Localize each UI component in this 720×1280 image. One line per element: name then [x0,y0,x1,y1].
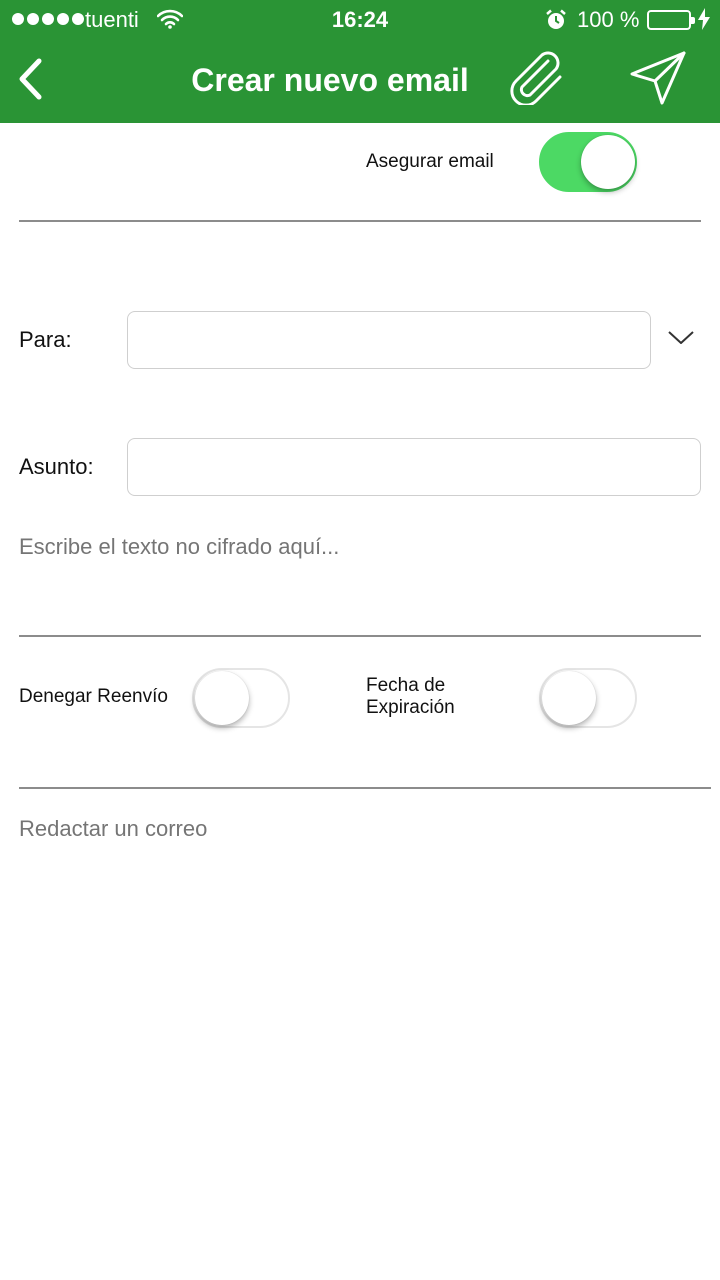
header-bar: tuenti 16:24 100 % Crear nuevo email [0,0,720,123]
toggle-knob [542,671,596,725]
plain-text-body-input[interactable] [19,534,701,614]
back-button[interactable] [10,58,50,104]
battery-percent: 100 % [577,7,640,32]
recipients-dropdown-button[interactable] [661,322,701,356]
attach-button[interactable] [505,50,569,110]
back-chevron-icon [17,58,43,105]
chevron-down-icon [667,329,695,350]
expiration-label-line2: Expiración [366,697,455,718]
divider [19,787,711,789]
to-label: Para: [19,327,72,352]
send-button[interactable] [627,50,689,110]
toggle-knob [195,671,249,725]
to-input[interactable] [127,311,651,369]
deny-forward-label: Denegar Reenvío [19,686,168,707]
toggle-knob [581,135,635,189]
status-bar: tuenti 16:24 100 % [0,0,720,40]
deny-forward-toggle[interactable] [192,668,290,728]
page-title: Crear nuevo email [191,62,469,98]
secure-email-label: Asegurar email [366,151,494,172]
subject-label: Asunto: [19,454,94,479]
battery-icon [647,10,695,30]
alarm-icon [545,9,567,37]
charging-bolt-icon [698,8,710,36]
divider [19,220,701,222]
expiration-label-line1: Fecha de [366,675,446,696]
secure-email-toggle[interactable] [539,132,637,192]
navigation-bar: Crear nuevo email [0,40,720,123]
paperclip-icon [508,51,566,110]
subject-input[interactable] [127,438,701,496]
expiration-date-toggle[interactable] [539,668,637,728]
compose-message-input[interactable] [19,816,701,1236]
divider [19,635,701,637]
send-paper-plane-icon [629,50,687,111]
